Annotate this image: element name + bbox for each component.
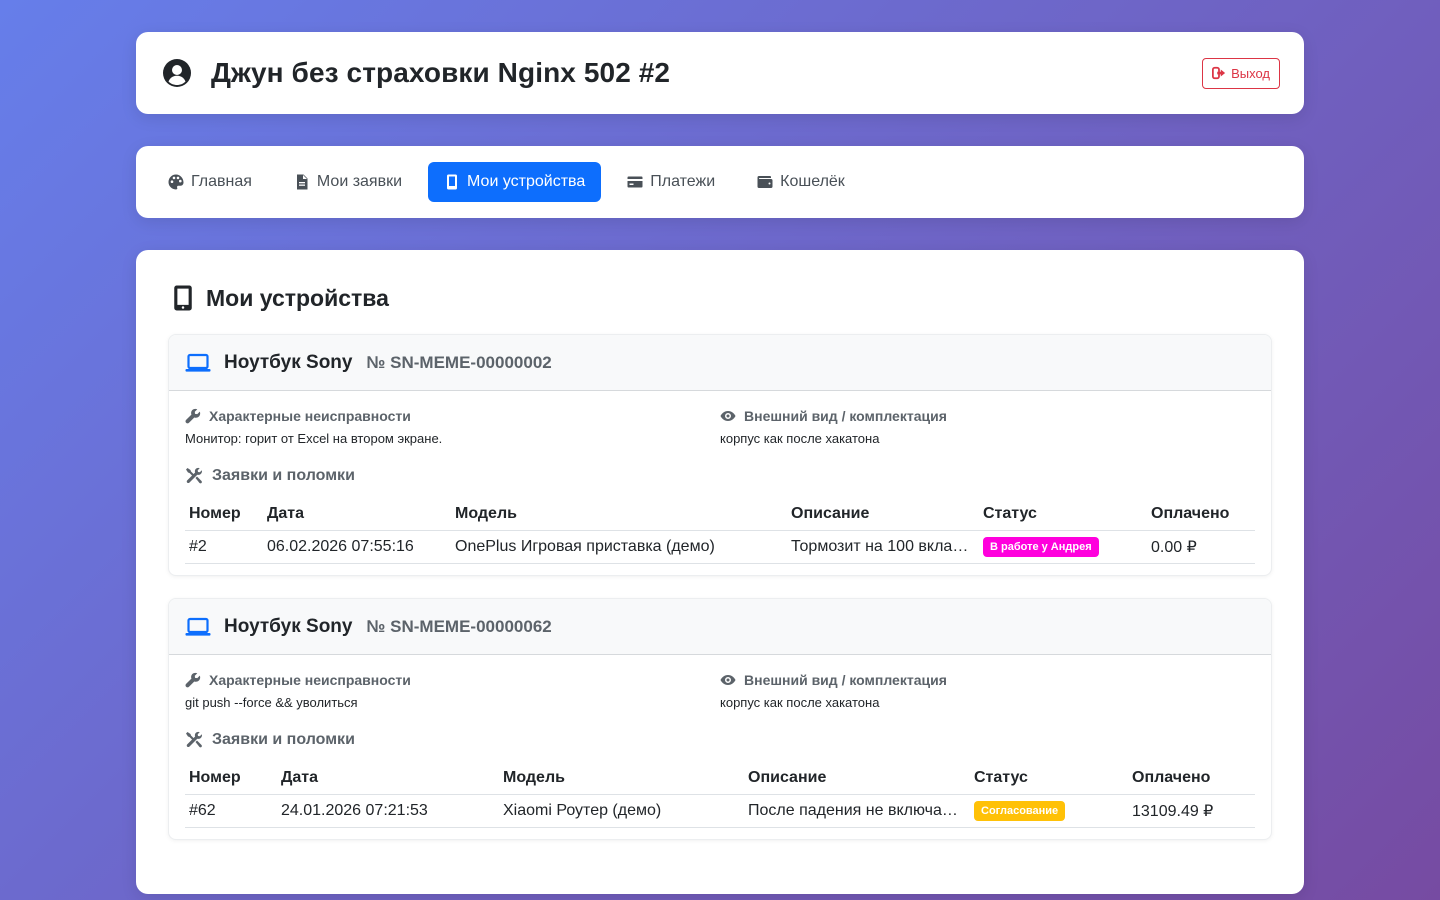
col-description: Описание — [744, 762, 970, 795]
eye-icon — [720, 411, 736, 421]
palette-icon — [168, 174, 184, 190]
cell-model: Xiaomi Роутер (демо) — [499, 794, 744, 828]
nav-label: Мои устройства — [467, 173, 586, 190]
cell-paid: 13109.49 ₽ — [1128, 794, 1255, 828]
appearance-block: Внешний вид / комплектация корпус как по… — [720, 407, 1255, 446]
col-status: Статус — [979, 498, 1147, 531]
appearance-block: Внешний вид / комплектация корпус как по… — [720, 671, 1255, 710]
file-icon — [296, 174, 308, 190]
faults-value: git push --force && уволиться — [185, 695, 358, 710]
nav-item-home[interactable]: Главная — [152, 162, 268, 202]
table-row[interactable]: #2 06.02.2026 07:55:16 OnePlus Игровая п… — [185, 530, 1255, 564]
eye-icon — [720, 675, 736, 685]
credit-card-icon — [627, 176, 643, 188]
laptop-icon — [185, 353, 211, 372]
laptop-icon — [185, 617, 211, 636]
device-card: Ноутбук Sony № SN-MEME-00000002 Характер… — [168, 334, 1272, 576]
device-serial: № SN-MEME-00000002 — [366, 352, 552, 372]
status-badge: Согласование — [974, 800, 1066, 821]
col-number: Номер — [185, 762, 277, 795]
faults-block: Характерные неисправности git push --for… — [185, 671, 720, 710]
col-description: Описание — [787, 498, 979, 531]
nav-item-my-requests[interactable]: Мои заявки — [278, 162, 418, 202]
table-header-row: Номер Дата Модель Описание Статус Оплаче… — [185, 498, 1255, 531]
cell-number: #62 — [185, 794, 277, 828]
col-date: Дата — [263, 498, 451, 531]
nav-label: Главная — [191, 173, 252, 190]
col-status: Статус — [970, 762, 1128, 795]
main-nav: Главная Мои заявки Мои устройства Платеж… — [136, 146, 1304, 218]
cell-date: 24.01.2026 07:21:53 — [277, 794, 499, 828]
repairs-heading: Заявки и поломки — [185, 730, 1255, 750]
device-name: Ноутбук Sony — [224, 351, 353, 373]
repairs-label: Заявки и поломки — [212, 731, 355, 748]
device-card: Ноутбук Sony № SN-MEME-00000062 Характер… — [168, 598, 1272, 840]
nav-item-wallet[interactable]: Кошелёк — [741, 162, 861, 202]
appearance-label: Внешний вид / комплектация — [744, 672, 947, 688]
header-card: Джун без страховки Nginx 502 #2 Выход — [136, 32, 1304, 114]
nav-item-my-devices[interactable]: Мои устройства — [428, 162, 602, 202]
faults-value: Монитор: горит от Excel на втором экране… — [185, 431, 443, 446]
cell-paid: 0.00 ₽ — [1147, 530, 1255, 564]
appearance-value: корпус как после хакатона — [720, 431, 880, 446]
appearance-label: Внешний вид / комплектация — [744, 408, 947, 424]
user-circle-icon — [163, 59, 191, 87]
col-model: Модель — [451, 498, 787, 531]
section-title: Мои устройства — [206, 284, 389, 311]
repairs-table: Номер Дата Модель Описание Статус Оплаче… — [185, 762, 1255, 828]
mobile-icon — [447, 174, 458, 190]
col-date: Дата — [277, 762, 499, 795]
logout-label: Выход — [1231, 65, 1270, 81]
nav-label: Платежи — [650, 173, 716, 190]
tools-icon — [186, 731, 202, 748]
devices-panel: Мои устройства Ноутбук Sony № SN-MEME-00… — [136, 250, 1304, 894]
logout-button[interactable]: Выход — [1202, 57, 1280, 89]
col-paid: Оплачено — [1128, 762, 1255, 795]
page-title: Джун без страховки Nginx 502 #2 — [211, 57, 671, 88]
nav-item-payments[interactable]: Платежи — [611, 162, 731, 202]
table-header-row: Номер Дата Модель Описание Статус Оплаче… — [185, 762, 1255, 795]
device-name: Ноутбук Sony — [224, 615, 353, 637]
nav-label: Кошелёк — [780, 173, 845, 190]
repairs-label: Заявки и поломки — [212, 467, 355, 484]
col-paid: Оплачено — [1147, 498, 1255, 531]
repairs-table: Номер Дата Модель Описание Статус Оплаче… — [185, 498, 1255, 564]
col-model: Модель — [499, 762, 744, 795]
wrench-icon — [185, 408, 201, 424]
nav-label: Мои заявки — [316, 173, 403, 190]
mobile-icon — [174, 285, 192, 311]
tools-icon — [186, 467, 202, 484]
cell-description: Тормозит на 100 вкладках Chrome — [787, 530, 979, 564]
device-serial: № SN-MEME-00000062 — [366, 616, 552, 636]
repairs-heading: Заявки и поломки — [185, 466, 1255, 486]
cell-status: В работе у Андрея — [979, 530, 1147, 564]
sign-out-icon — [1212, 66, 1226, 80]
wrench-icon — [185, 672, 201, 688]
cell-date: 06.02.2026 07:55:16 — [263, 530, 451, 564]
appearance-value: корпус как после хакатона — [720, 695, 880, 710]
device-header: Ноутбук Sony № SN-MEME-00000062 — [169, 599, 1271, 655]
faults-label: Характерные неисправности — [209, 408, 411, 424]
status-badge: В работе у Андрея — [983, 536, 1099, 557]
faults-label: Характерные неисправности — [209, 672, 411, 688]
section-heading: Мои устройства — [173, 283, 1272, 313]
cell-model: OnePlus Игровая приставка (демо) — [451, 530, 787, 564]
cell-number: #2 — [185, 530, 263, 564]
table-row[interactable]: #62 24.01.2026 07:21:53 Xiaomi Роутер (д… — [185, 794, 1255, 828]
faults-block: Характерные неисправности Монитор: горит… — [185, 407, 720, 446]
device-header: Ноутбук Sony № SN-MEME-00000002 — [169, 335, 1271, 391]
wallet-icon — [757, 176, 773, 188]
col-number: Номер — [185, 498, 263, 531]
cell-description: После падения не включается — [744, 794, 970, 828]
cell-status: Согласование — [970, 794, 1128, 828]
